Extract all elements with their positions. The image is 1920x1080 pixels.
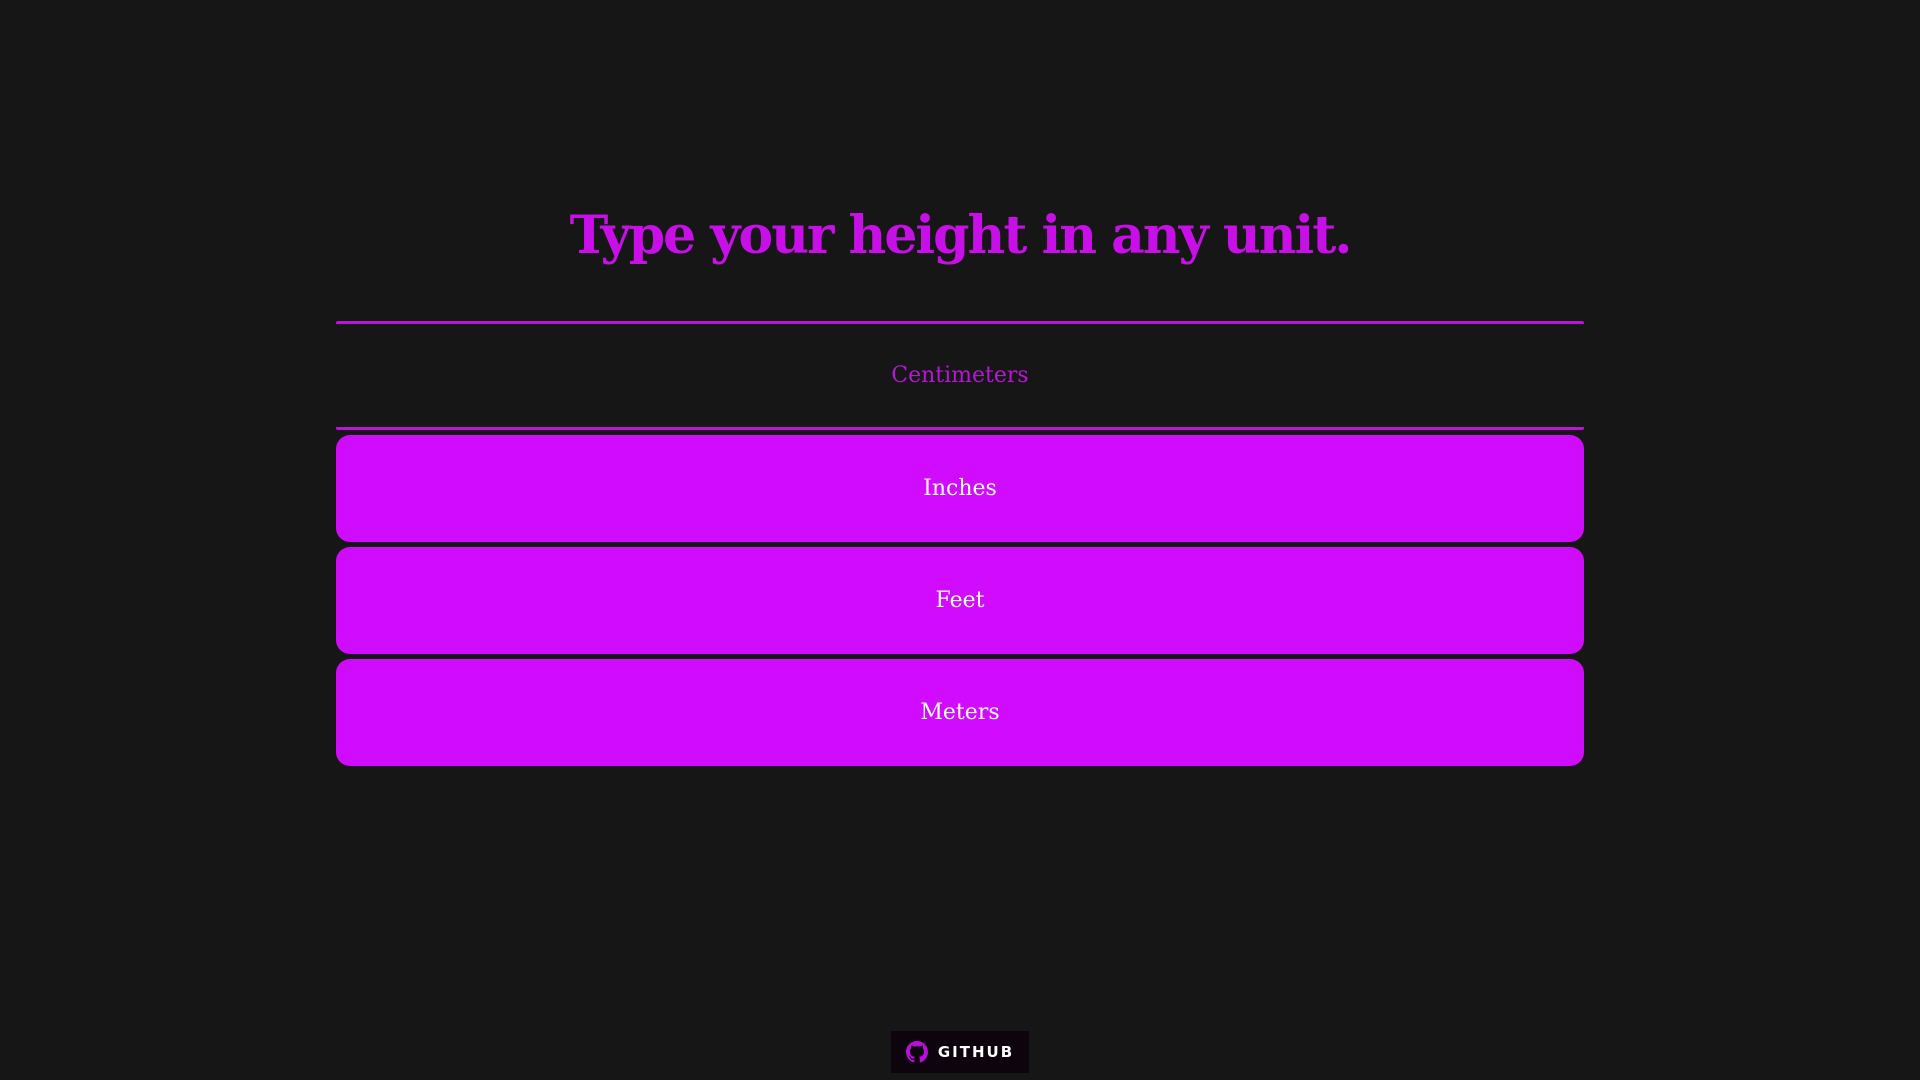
meters-button[interactable]: Meters [336, 659, 1584, 766]
unit-converter: Centimeters Inches Feet Meters [336, 321, 1584, 766]
github-icon [905, 1041, 928, 1063]
feet-button[interactable]: Feet [336, 547, 1584, 654]
github-label: GITHUB [937, 1043, 1015, 1061]
inches-button[interactable]: Inches [336, 435, 1584, 542]
github-link[interactable]: GITHUB [891, 1031, 1029, 1073]
centimeters-input[interactable]: Centimeters [336, 321, 1584, 430]
page-title: Type your height in any unit. [569, 205, 1353, 266]
